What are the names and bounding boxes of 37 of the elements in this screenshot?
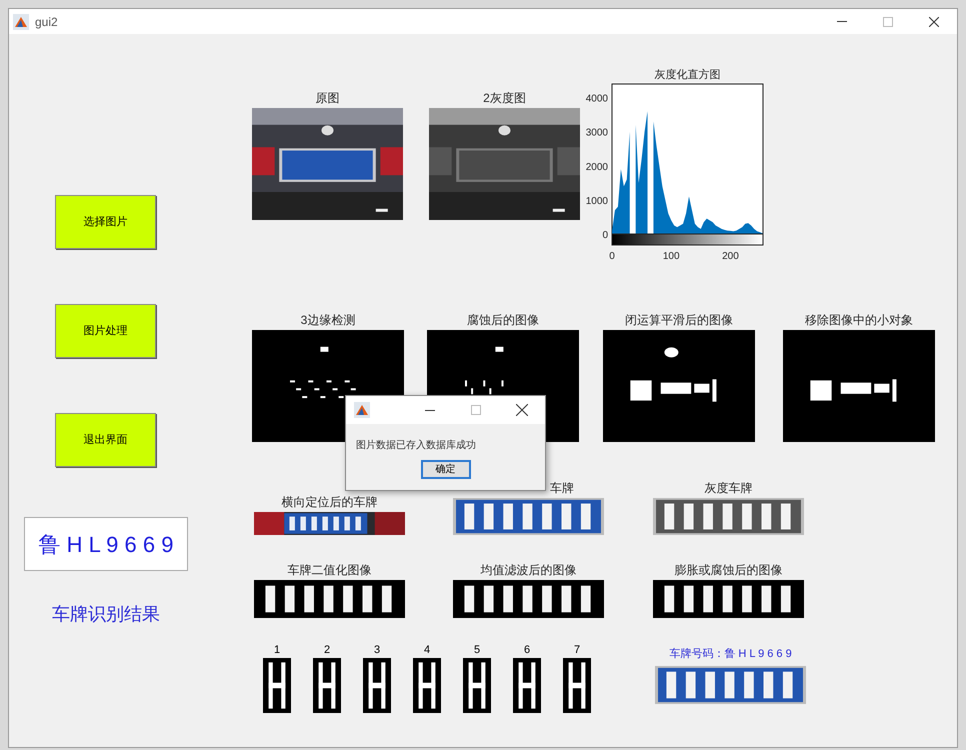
axes-title: 车牌: [550, 480, 574, 496]
axes-title: 膨胀或腐蚀后的图像: [674, 562, 782, 578]
result-display: 鲁 H L 9 6 6 9: [24, 517, 188, 571]
y-tick-label: 3000: [586, 128, 608, 139]
x-tick-label: 100: [662, 251, 680, 262]
x-tick-label: 0: [609, 251, 615, 262]
y-tick-label: 0: [602, 230, 608, 241]
char-index: 7: [574, 643, 580, 658]
axes-title: 2灰度图: [483, 90, 526, 106]
axes-title: 灰度车牌: [704, 480, 752, 496]
char-index: 2: [324, 643, 330, 658]
axes-title: 腐蚀后的图像: [467, 312, 539, 328]
y-tick-label: 1000: [586, 196, 608, 207]
dialog-message: 图片数据已存入数据库成功: [356, 438, 477, 453]
axes-title: 均值滤波后的图像: [480, 562, 576, 578]
axes-title: 横向定位后的车牌: [282, 494, 378, 510]
char-index: 5: [474, 643, 480, 658]
action-button[interactable]: 选择图片: [55, 195, 156, 249]
axes-title: 3边缘检测: [300, 312, 356, 328]
char-index: 3: [374, 643, 380, 658]
x-tick-label: 200: [722, 251, 739, 262]
window-title: gui2: [35, 14, 58, 30]
y-tick-label: 4000: [586, 94, 608, 105]
action-button[interactable]: 退出界面: [55, 413, 156, 467]
axes-title: 闭运算平滑后的图像: [625, 312, 733, 328]
axes-title: 原图: [316, 90, 340, 106]
action-button[interactable]: 图片处理: [55, 304, 156, 358]
char-index: 4: [424, 643, 430, 658]
char-index: 6: [524, 643, 530, 658]
chart-title: 灰度化直方图: [654, 69, 720, 81]
plate-number-label: 车牌号码：鲁 H L 9 6 6 9: [669, 647, 792, 662]
axes-title: 移除图像中的小对象: [805, 312, 913, 328]
ok-button[interactable]: 确定: [420, 460, 470, 479]
result-caption: 车牌识别结果: [52, 603, 160, 626]
axes-title: 车牌二值化图像: [288, 562, 372, 578]
char-index: 1: [274, 643, 280, 658]
y-tick-label: 2000: [586, 162, 608, 173]
